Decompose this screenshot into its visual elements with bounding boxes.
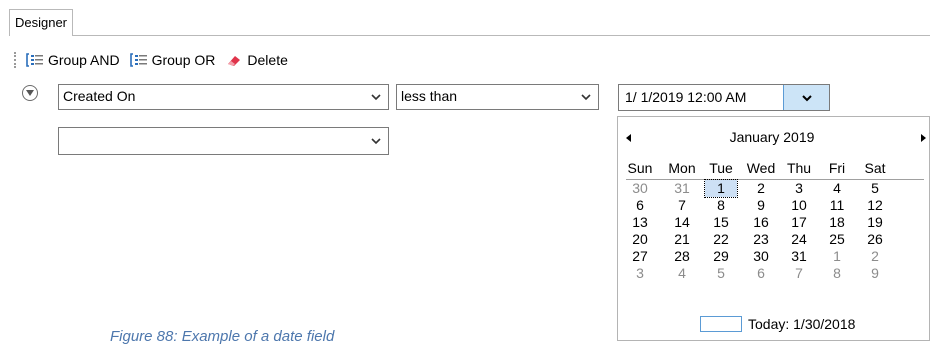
calendar-day[interactable]: 28 <box>666 248 698 265</box>
calendar-day[interactable]: 17 <box>783 214 815 231</box>
calendar-day[interactable]: 14 <box>666 214 698 231</box>
calendar-day[interactable]: 8 <box>821 265 853 282</box>
calendar-day[interactable]: 20 <box>624 231 656 248</box>
weekday-header: Sun Mon Tue Wed Thu Fri Sat <box>618 160 930 177</box>
tab-divider <box>9 35 930 36</box>
figure-caption: Figure 88: Example of a date field <box>110 328 335 345</box>
calendar-day[interactable]: 2 <box>745 180 777 197</box>
toolbar: Group AND Group OR Delete <box>14 50 298 70</box>
calendar-day[interactable]: 11 <box>821 197 853 214</box>
calendar-day[interactable]: 1 <box>821 248 853 265</box>
delete-button[interactable]: Delete <box>225 52 288 68</box>
calendar-day[interactable]: 7 <box>666 197 698 214</box>
calendar-week-row: 30 31 1 2 3 4 5 <box>618 179 930 198</box>
calendar-day[interactable]: 13 <box>624 214 656 231</box>
chevron-down-icon <box>371 138 381 145</box>
calendar-week-row: 13 14 15 16 17 18 19 <box>618 214 930 231</box>
field-dropdown[interactable]: Created On <box>58 84 389 110</box>
weekday-label: Sun <box>627 160 653 176</box>
weekday-label: Sat <box>864 160 886 176</box>
group-and-icon <box>26 53 43 67</box>
operator-dropdown-value: less than <box>401 88 458 104</box>
calendar-week-row: 27 28 29 30 31 1 2 <box>618 248 930 265</box>
today-label: Today: 1/30/2018 <box>748 316 856 332</box>
field-dropdown-value: Created On <box>63 88 136 104</box>
eraser-icon <box>228 56 241 66</box>
weekday-label: Mon <box>668 160 696 176</box>
calendar-day[interactable]: 24 <box>783 231 815 248</box>
calendar-day[interactable]: 21 <box>666 231 698 248</box>
calendar-week-row: 20 21 22 23 24 25 26 <box>618 231 930 248</box>
calendar-week-row: 3 4 5 6 7 8 9 <box>618 265 930 282</box>
calendar-week-row: 6 7 8 9 10 11 12 <box>618 197 930 214</box>
calendar-day[interactable]: 7 <box>783 265 815 282</box>
calendar-day[interactable]: 2 <box>859 248 891 265</box>
date-picker[interactable]: 1/ 1/2019 12:00 AM <box>618 84 830 111</box>
calendar-day[interactable]: 9 <box>859 265 891 282</box>
calendar-day[interactable]: 12 <box>859 197 891 214</box>
group-and-label: Group AND <box>48 52 120 68</box>
calendar-day[interactable]: 26 <box>859 231 891 248</box>
second-field-dropdown[interactable] <box>58 127 389 155</box>
calendar-day[interactable]: 3 <box>624 265 656 282</box>
tab-designer[interactable]: Designer <box>9 9 73 36</box>
calendar-day[interactable]: 30 <box>745 248 777 265</box>
calendar-day[interactable]: 3 <box>783 180 815 197</box>
calendar-day[interactable]: 9 <box>745 197 777 214</box>
today-marker <box>700 316 742 332</box>
calendar-popup: January 2019 Sun Mon Tue Wed Thu Fri Sat… <box>617 116 930 341</box>
calendar-day[interactable]: 16 <box>745 214 777 231</box>
calendar-day[interactable]: 31 <box>783 248 815 265</box>
toolbar-grip[interactable] <box>14 52 18 68</box>
calendar-day[interactable]: 30 <box>624 180 656 197</box>
today-link[interactable]: Today: 1/30/2018 <box>700 315 855 333</box>
calendar-month-title[interactable]: January 2019 <box>706 129 838 145</box>
collapse-toggle[interactable] <box>22 85 38 101</box>
operator-dropdown[interactable]: less than <box>396 84 599 110</box>
calendar-day[interactable]: 27 <box>624 248 656 265</box>
calendar-day[interactable]: 15 <box>705 214 737 231</box>
chevron-down-icon <box>26 90 34 96</box>
group-and-button[interactable]: Group AND <box>26 52 120 68</box>
calendar-day[interactable]: 31 <box>666 180 698 197</box>
calendar-day[interactable]: 8 <box>705 197 737 214</box>
next-month-icon[interactable] <box>921 134 926 142</box>
calendar-day[interactable]: 5 <box>859 180 891 197</box>
weekday-label: Tue <box>709 160 733 176</box>
group-or-label: Group OR <box>151 52 216 68</box>
calendar-day[interactable]: 6 <box>745 265 777 282</box>
date-picker-dropdown-button[interactable] <box>783 85 829 110</box>
calendar-day[interactable]: 4 <box>821 180 853 197</box>
chevron-down-icon <box>371 94 381 101</box>
calendar-day[interactable]: 10 <box>783 197 815 214</box>
previous-month-icon[interactable] <box>626 134 631 142</box>
calendar-day[interactable]: 29 <box>705 248 737 265</box>
calendar-day[interactable]: 19 <box>859 214 891 231</box>
weekday-label: Thu <box>786 160 812 176</box>
date-picker-value: 1/ 1/2019 12:00 AM <box>625 89 747 105</box>
weekday-label: Wed <box>746 160 776 176</box>
chevron-down-icon <box>581 94 591 101</box>
calendar-day[interactable]: 18 <box>821 214 853 231</box>
calendar-day[interactable]: 22 <box>705 231 737 248</box>
group-or-button[interactable]: Group OR <box>129 52 216 68</box>
chevron-down-icon <box>801 94 812 101</box>
weekday-label: Fri <box>828 160 846 176</box>
delete-label: Delete <box>247 52 288 68</box>
calendar-day[interactable]: 4 <box>666 265 698 282</box>
calendar-header: January 2019 <box>618 125 930 151</box>
calendar-day[interactable]: 25 <box>821 231 853 248</box>
calendar-day[interactable]: 23 <box>745 231 777 248</box>
calendar-day[interactable]: 6 <box>624 197 656 214</box>
calendar-day[interactable]: 5 <box>705 265 737 282</box>
calendar-day-selected[interactable]: 1 <box>704 179 738 198</box>
group-or-icon <box>129 53 147 67</box>
